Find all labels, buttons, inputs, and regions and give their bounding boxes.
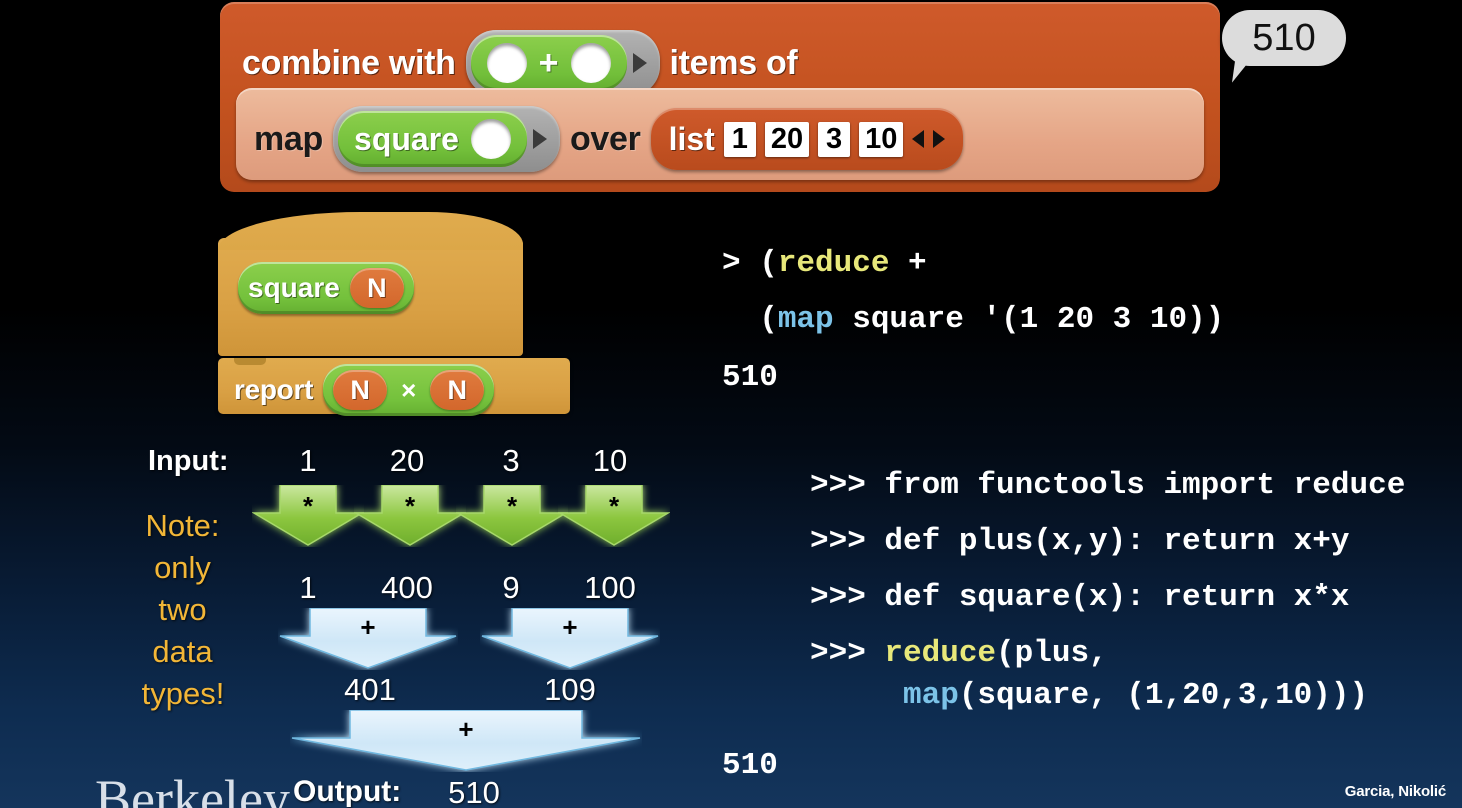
map-arrow-1: * (354, 485, 466, 547)
author-credit: Garcia, Nikolić (1344, 783, 1446, 800)
list-add-icon[interactable] (933, 130, 946, 148)
map-arrow-0: * (252, 485, 364, 547)
input-row-label: Input: (148, 445, 229, 477)
partial-value-1: 109 (544, 672, 596, 707)
python-line-5: map(square, (1,20,3,10))) (810, 678, 1368, 713)
mapped-value-3: 100 (584, 570, 636, 605)
mapped-value-1: 400 (381, 570, 433, 605)
map-operator-2: * (506, 491, 518, 521)
reduce-operator-1: + (562, 612, 578, 642)
scheme-map-keyword: map (777, 302, 834, 337)
python-line-2: >>> def plus(x,y): return x+y (810, 524, 1350, 559)
list-remove-icon[interactable] (912, 130, 925, 148)
python-line-1: >>> from functools import reduce (810, 468, 1406, 503)
partial-background-word: Berkeley (95, 769, 290, 808)
map-arrow-2: * (456, 485, 568, 547)
map-operator-0: * (302, 491, 314, 521)
map-operator-1: * (404, 491, 416, 521)
python-line-3: >>> def square(x): return x*x (810, 580, 1350, 615)
reduce-arrow-1: + (480, 608, 660, 670)
reduce-operator-0: + (360, 612, 376, 642)
input-value-2: 3 (502, 443, 520, 478)
reduce-operator-final: + (458, 714, 474, 744)
python-line-4: >>> reduce(plus, (810, 636, 1108, 671)
reduce-arrow-final: + (290, 710, 642, 772)
dataflow-diagram: Input: 1 20 3 10 * * * * 1 400 9 100 + +… (0, 0, 700, 808)
list-item-0[interactable]: 1 (723, 121, 756, 157)
reduce-arrow-0: + (278, 608, 458, 670)
python-prompt-4: >>> (810, 636, 885, 671)
python-reduce-keyword: reduce (884, 636, 997, 671)
balloon-result-value: 510 (1252, 16, 1316, 59)
python-result: 510 (722, 748, 778, 783)
scheme-reduce-keyword: reduce (777, 246, 890, 281)
scheme-line2-indent: ( (722, 302, 778, 337)
scheme-line2-rest: square '(1 20 3 10)) (833, 302, 1225, 337)
map-operator-3: * (608, 491, 620, 521)
partial-value-0: 401 (344, 672, 396, 707)
python-line5-rest: (square, (1,20,3,10))) (958, 678, 1369, 713)
scheme-line-1: > (reduce + (722, 246, 927, 281)
output-row-label: Output: (293, 775, 402, 808)
scheme-line1-rest: + (889, 246, 927, 281)
map-arrow-3: * (558, 485, 670, 547)
scheme-result: 510 (722, 360, 778, 395)
scheme-line-2: (map square '(1 20 3 10)) (722, 302, 1224, 337)
list-item-2[interactable]: 3 (818, 121, 851, 157)
code-panel: > (reduce + (map square '(1 20 3 10)) 51… (722, 236, 1452, 796)
input-value-3: 10 (592, 443, 628, 478)
mapped-value-2: 9 (502, 570, 520, 605)
list-item-1[interactable]: 20 (764, 121, 810, 157)
input-value-1: 20 (389, 443, 425, 478)
mapped-value-0: 1 (299, 570, 317, 605)
python-line5-indent (810, 678, 903, 713)
scheme-prompt: > ( (722, 246, 778, 281)
slide-canvas: combine with + items of map square over … (0, 0, 1462, 808)
python-map-keyword: map (903, 678, 959, 713)
output-value: 510 (448, 775, 500, 808)
input-value-0: 1 (299, 443, 317, 478)
list-item-3[interactable]: 10 (859, 121, 904, 157)
result-speech-balloon: 510 (1222, 10, 1346, 86)
python-line4-rest: (plus, (996, 636, 1108, 671)
